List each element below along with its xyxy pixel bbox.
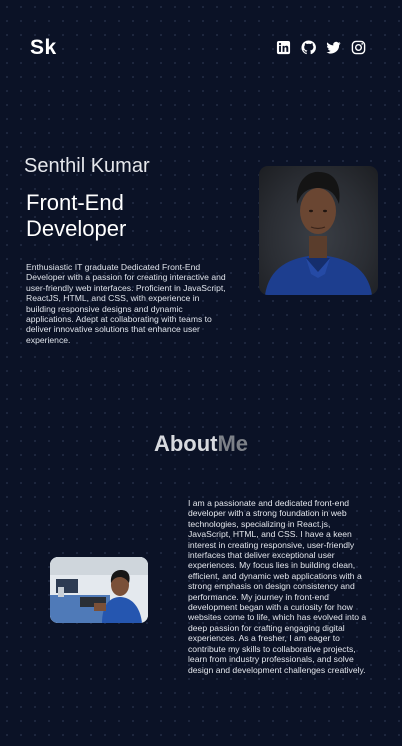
hero-name: Senthil Kumar	[24, 155, 150, 177]
twitter-icon[interactable]	[326, 40, 341, 55]
about-title-accent: Me	[217, 431, 249, 456]
hero-intro: Enthusiastic IT graduate Dedicated Front…	[26, 262, 226, 345]
social-links	[276, 40, 366, 55]
about-text: I am a passionate and dedicated front-en…	[188, 498, 367, 675]
hero-role: Front-End Developer	[26, 190, 127, 241]
about-title-word: About	[153, 431, 218, 456]
linkedin-icon[interactable]	[276, 40, 291, 55]
about-title: AboutMe	[0, 431, 402, 457]
instagram-icon[interactable]	[351, 40, 366, 55]
site-logo[interactable]: Sk	[30, 36, 57, 60]
workspace-photo	[50, 557, 148, 623]
github-icon[interactable]	[301, 40, 316, 55]
profile-photo	[259, 166, 378, 295]
